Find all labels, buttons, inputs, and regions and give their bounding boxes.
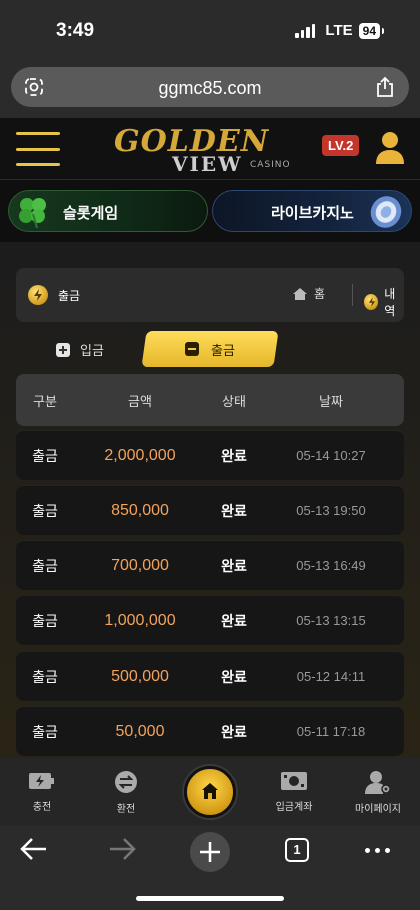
row-status: 완료: [221, 448, 247, 465]
row-date: 05-12 14:11: [296, 669, 366, 684]
tabs-button[interactable]: 1: [285, 838, 309, 862]
url-text: ggmc85.com: [158, 78, 262, 98]
browser-url-area: ggmc85.com: [0, 62, 420, 118]
signal-icon: [295, 23, 316, 38]
row-amount: 850,000: [111, 501, 169, 519]
status-indicators: LTE 94: [295, 22, 384, 39]
nav-exchange[interactable]: 환전: [84, 770, 168, 815]
home-link-label: 홈: [314, 287, 326, 301]
breadcrumb-home-link[interactable]: 홈: [292, 285, 325, 302]
history-link-label: 내역: [384, 287, 396, 318]
logo-casino-text: CASINO: [250, 160, 291, 170]
nav-deposit-account[interactable]: 입금계좌: [252, 770, 336, 813]
plus-icon: [56, 342, 70, 357]
row-status: 완료: [221, 558, 247, 575]
home-icon: [202, 783, 218, 799]
home-button[interactable]: [184, 766, 236, 818]
row-amount: 2,000,000: [104, 446, 176, 464]
status-bar: 3:49 LTE 94: [0, 0, 420, 62]
table-row[interactable]: 출금 1,000,000 완료 05-13 13:15: [16, 595, 404, 645]
row-date: 05-13 16:49: [296, 558, 366, 573]
casino-chip-icon: [367, 193, 405, 231]
row-date: 05-13 13:15: [296, 613, 366, 628]
game-banners: 슬롯게임 라이브카지노: [0, 180, 420, 242]
row-amount: 500,000: [111, 667, 169, 685]
live-casino-label: 라이브카지노: [271, 204, 354, 222]
header-status: 상태: [222, 394, 246, 410]
page-title: 출금: [58, 289, 81, 303]
row-status: 완료: [221, 613, 247, 630]
logo-view-text: VIEW: [172, 152, 243, 176]
home-indicator: [136, 896, 284, 901]
nav-exchange-label: 환전: [116, 804, 136, 815]
more-icon[interactable]: [365, 848, 390, 853]
row-type: 출금: [32, 448, 58, 465]
tab-deposit[interactable]: 입금: [56, 340, 104, 359]
user-icon[interactable]: [374, 130, 406, 166]
breadcrumb-history-link[interactable]: 내역: [364, 285, 404, 319]
row-amount: 50,000: [115, 722, 165, 740]
battery-tip-icon: [382, 27, 384, 34]
live-casino-banner[interactable]: 라이브카지노: [212, 190, 412, 232]
row-amount: 700,000: [111, 556, 169, 574]
nav-charge-label: 충전: [32, 802, 52, 813]
tab-deposit-label: 입금: [80, 344, 104, 359]
header-amount: 금액: [128, 394, 152, 410]
main-content: 출금 홈 내역 입금 출금 구분 금액 상태 날짜 출금 2,000,000 완…: [0, 242, 420, 758]
exchange-icon: [115, 771, 137, 793]
row-date: 05-13 19:50: [296, 503, 366, 518]
nav-deposit-account-label: 입금계좌: [275, 802, 313, 813]
history-coin-icon: [364, 294, 379, 310]
forward-arrow-icon[interactable]: [108, 836, 136, 866]
level-badge[interactable]: LV.2: [322, 135, 360, 156]
network-type: LTE: [325, 22, 353, 39]
cash-icon: [281, 772, 307, 790]
site-logo[interactable]: GOLDEN VIEW CASINO: [112, 122, 302, 178]
nav-charge[interactable]: 충전: [0, 770, 84, 813]
address-bar[interactable]: ggmc85.com: [11, 67, 409, 107]
user-settings-icon: [365, 771, 391, 794]
new-tab-button[interactable]: [190, 832, 230, 872]
minus-icon: [185, 342, 200, 356]
row-date: 05-14 10:27: [296, 448, 366, 463]
nav-mypage-label: 마이페이지: [355, 804, 401, 815]
slot-game-label: 슬롯게임: [63, 204, 119, 222]
header-date: 날짜: [319, 394, 343, 410]
table-row[interactable]: 출금 700,000 완료 05-13 16:49: [16, 540, 404, 590]
clover-icon: [15, 194, 51, 231]
withdraw-coin-icon: [28, 285, 48, 305]
row-date: 05-11 17:18: [296, 724, 366, 739]
table-row[interactable]: 출금 500,000 완료 05-12 14:11: [16, 651, 404, 701]
row-type: 출금: [32, 503, 58, 520]
battery-charge-icon: [29, 773, 54, 789]
plus-icon: [200, 842, 220, 862]
row-status: 완료: [221, 503, 247, 520]
breadcrumb: 출금 홈 내역: [16, 268, 404, 322]
row-type: 출금: [32, 724, 58, 741]
home-icon: [293, 287, 307, 300]
header-type: 구분: [33, 394, 57, 410]
slot-game-banner[interactable]: 슬롯게임: [8, 190, 208, 232]
row-amount: 1,000,000: [104, 611, 176, 629]
row-status: 완료: [221, 669, 247, 686]
status-time: 3:49: [56, 20, 95, 41]
table-row[interactable]: 출금 850,000 완료 05-13 19:50: [16, 485, 404, 535]
battery-level: 94: [358, 22, 380, 39]
breadcrumb-divider: [352, 284, 353, 306]
menu-button[interactable]: [16, 132, 60, 166]
tab-withdraw-label: 출금: [211, 343, 235, 359]
row-type: 출금: [32, 613, 58, 630]
row-type: 출금: [32, 558, 58, 575]
table-header: 구분 금액 상태 날짜: [16, 374, 404, 426]
row-status: 완료: [221, 724, 247, 741]
table-row[interactable]: 출금 50,000 완료 05-11 17:18: [16, 706, 404, 756]
browser-toolbar: 1: [0, 826, 420, 910]
table-row[interactable]: 출금 2,000,000 완료 05-14 10:27: [16, 430, 404, 480]
row-type: 출금: [32, 669, 58, 686]
share-icon[interactable]: [375, 76, 395, 102]
back-arrow-icon[interactable]: [20, 836, 48, 866]
nav-mypage[interactable]: 마이페이지: [336, 770, 420, 815]
tab-withdraw[interactable]: 출금: [141, 331, 279, 367]
